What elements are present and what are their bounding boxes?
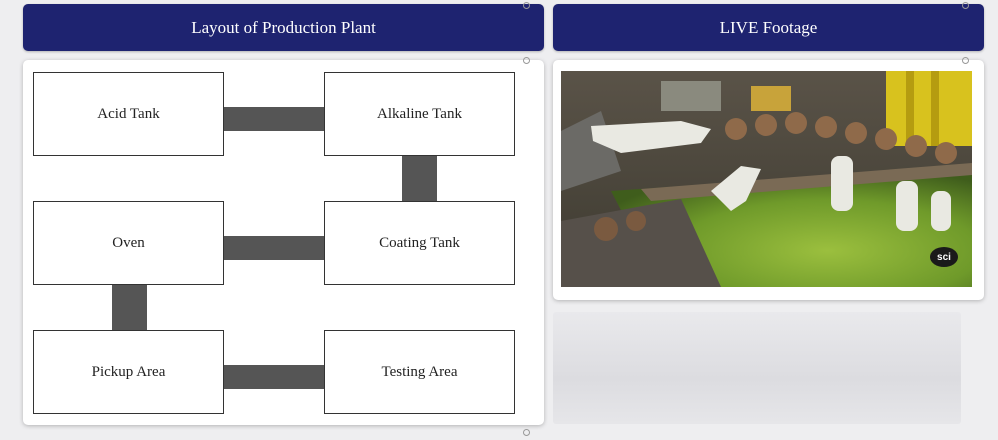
production-layout-header: Layout of Production Plant [23, 4, 544, 51]
station-testing-area[interactable]: Testing Area [324, 330, 515, 414]
connector-acid-alkaline [224, 107, 324, 131]
sci-channel-logo: sci [930, 247, 958, 267]
station-acid-tank[interactable]: Acid Tank [33, 72, 224, 156]
widget-settings-icon[interactable] [523, 429, 530, 436]
factory-footage-image [561, 71, 972, 287]
live-footage-title: LIVE Footage [719, 17, 818, 37]
station-label: Acid Tank [97, 105, 160, 122]
widget-settings-icon[interactable] [523, 57, 530, 64]
connector-pickup-testing [224, 365, 324, 389]
widget-settings-icon[interactable] [962, 2, 969, 9]
live-footage-panel: sci [553, 57, 984, 300]
station-coating-tank[interactable]: Coating Tank [324, 201, 515, 285]
station-alkaline-tank[interactable]: Alkaline Tank [324, 72, 515, 156]
connector-alkaline-coating [402, 156, 437, 201]
empty-widget-area [553, 312, 961, 424]
connector-oven-pickup [112, 285, 147, 330]
production-layout-panel: Acid Tank Alkaline Tank Oven Coating Tan… [23, 57, 544, 425]
connector-coating-oven [224, 236, 324, 260]
station-label: Oven [112, 234, 145, 251]
station-label: Testing Area [381, 363, 458, 380]
station-label: Alkaline Tank [377, 105, 462, 122]
station-oven[interactable]: Oven [33, 201, 224, 285]
live-footage-header: LIVE Footage [553, 4, 984, 51]
station-label: Pickup Area [91, 363, 166, 380]
station-pickup-area[interactable]: Pickup Area [33, 330, 224, 414]
sci-logo-text: sci [937, 251, 951, 263]
production-layout-title: Layout of Production Plant [191, 17, 376, 37]
live-video-feed[interactable]: sci [561, 71, 972, 287]
station-label: Coating Tank [379, 234, 460, 251]
widget-settings-icon[interactable] [523, 2, 530, 9]
widget-settings-icon[interactable] [962, 57, 969, 64]
